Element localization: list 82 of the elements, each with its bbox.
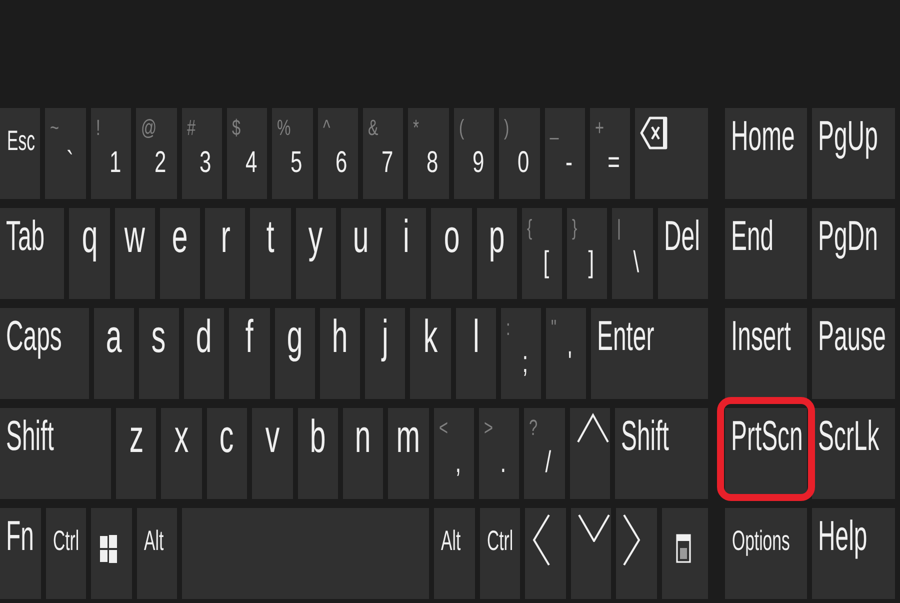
letter-key[interactable]: b xyxy=(298,408,338,499)
letter-key[interactable]: w xyxy=(114,208,155,299)
function-key[interactable]: Caps xyxy=(0,308,89,399)
letter-key[interactable]: v xyxy=(252,408,293,499)
character-key[interactable]: ^ 6 xyxy=(318,108,358,199)
function-key[interactable]: Options xyxy=(725,508,807,599)
letter-key[interactable]: a xyxy=(94,308,134,399)
letter-key[interactable]: n xyxy=(342,408,384,499)
function-key[interactable]: Enter xyxy=(591,308,708,399)
letter-key[interactable]: q xyxy=(69,208,110,299)
letter-key[interactable]: i xyxy=(386,208,426,299)
character-key[interactable]: ) 0 xyxy=(499,108,540,199)
arrow-key[interactable] xyxy=(570,508,611,599)
character-key[interactable]: ! 1 xyxy=(90,108,132,199)
letter-key[interactable]: c xyxy=(206,408,248,499)
function-key[interactable]: Insert xyxy=(725,308,807,399)
function-key[interactable]: PgDn xyxy=(812,208,895,299)
letter-key[interactable]: x xyxy=(161,408,202,499)
letter-key[interactable]: k xyxy=(410,308,451,399)
character-key[interactable]: @ 2 xyxy=(136,108,176,199)
letter-key[interactable]: e xyxy=(160,208,200,299)
function-key[interactable]: Esc xyxy=(0,108,40,199)
function-key[interactable]: Pause xyxy=(812,308,895,399)
letter-key[interactable]: t xyxy=(250,208,291,299)
function-key[interactable]: Alt xyxy=(136,508,177,599)
character-key[interactable]: * 8 xyxy=(408,108,449,199)
letter-key[interactable]: f xyxy=(229,308,270,399)
character-key[interactable]: ( 9 xyxy=(454,108,494,199)
function-key[interactable]: Del xyxy=(658,208,708,299)
character-key[interactable]: & 7 xyxy=(363,108,404,199)
chevron-left-icon xyxy=(532,514,550,566)
character-key[interactable]: ? / xyxy=(524,408,565,499)
function-key[interactable]: Shift xyxy=(615,408,708,499)
function-key[interactable]: PgUp xyxy=(812,108,895,199)
letter-key[interactable]: g xyxy=(274,308,315,399)
letter-key[interactable]: s xyxy=(138,308,180,399)
function-key[interactable]: Tab xyxy=(0,208,64,299)
chevron-right-icon xyxy=(623,514,641,566)
letter-key[interactable]: z xyxy=(116,408,156,499)
function-key[interactable]: Ctrl xyxy=(46,508,86,599)
character-key[interactable]: } ] xyxy=(567,208,608,299)
character-key[interactable]: " ' xyxy=(546,308,586,399)
arrow-key[interactable] xyxy=(570,408,610,499)
character-key[interactable]: : ; xyxy=(500,308,542,399)
character-key[interactable]: _ - xyxy=(544,108,585,199)
function-key[interactable]: Shift xyxy=(0,408,112,499)
character-key[interactable]: $ 4 xyxy=(226,108,268,199)
letter-key[interactable]: r xyxy=(205,208,246,299)
function-key[interactable]: Help xyxy=(812,508,895,599)
character-key[interactable]: # 3 xyxy=(182,108,222,199)
menu-key[interactable] xyxy=(662,508,708,599)
function-key[interactable]: End xyxy=(725,208,807,299)
character-key[interactable]: < , xyxy=(434,408,474,499)
function-key[interactable]: Fn xyxy=(0,508,40,599)
character-key[interactable]: { [ xyxy=(522,208,562,299)
letter-key[interactable]: o xyxy=(431,208,472,299)
window-panes-icon xyxy=(100,535,117,563)
character-key[interactable]: % 5 xyxy=(272,108,313,199)
letter-key[interactable]: l xyxy=(456,308,496,399)
function-key[interactable]: Ctrl xyxy=(480,508,520,599)
backspace-icon xyxy=(640,116,668,150)
character-key[interactable]: | \ xyxy=(612,208,653,299)
letter-key[interactable]: y xyxy=(296,208,336,299)
chevron-up-icon xyxy=(576,413,609,443)
function-key[interactable]: Alt xyxy=(434,508,474,599)
letter-key[interactable]: d xyxy=(184,308,224,399)
arrow-key[interactable] xyxy=(525,508,566,599)
letter-key[interactable]: m xyxy=(388,408,429,499)
function-key[interactable]: ScrLk xyxy=(812,408,895,499)
character-key[interactable]: > . xyxy=(479,408,520,499)
backspace-key[interactable] xyxy=(635,108,708,199)
chevron-down-icon xyxy=(578,514,610,542)
letter-key[interactable]: u xyxy=(340,208,382,299)
letter-key[interactable]: h xyxy=(320,308,360,399)
function-key[interactable]: Home xyxy=(725,108,807,199)
letter-key[interactable]: p xyxy=(476,208,517,299)
character-key[interactable]: + = xyxy=(590,108,630,199)
logo-key[interactable] xyxy=(91,508,132,599)
context-menu-icon xyxy=(676,534,690,563)
letter-key[interactable]: j xyxy=(365,308,406,399)
arrow-key[interactable] xyxy=(616,508,656,599)
character-key[interactable]: ~ ` xyxy=(45,108,86,199)
